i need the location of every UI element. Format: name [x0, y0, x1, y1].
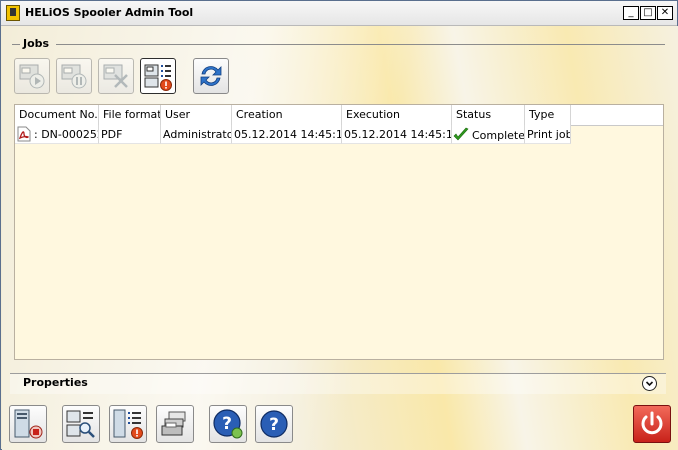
play-job-icon: [19, 64, 45, 89]
column-header-execution[interactable]: Execution: [342, 105, 452, 125]
delete-job-icon: [103, 64, 128, 88]
stop-service-button[interactable]: [9, 405, 47, 443]
pause-job-icon: [61, 64, 87, 89]
list-error-icon: [113, 409, 143, 439]
chevron-down-icon: [645, 381, 654, 387]
check-icon: [453, 127, 469, 141]
cell-type: Print job: [525, 125, 571, 144]
error-log-button[interactable]: [109, 405, 147, 443]
cell-user: Administrator: [161, 125, 232, 144]
delete-job-button[interactable]: [98, 58, 134, 94]
start-job-button[interactable]: [14, 58, 50, 94]
column-header-user[interactable]: User: [161, 105, 232, 125]
column-header-document-no[interactable]: Document No.: [15, 105, 99, 125]
column-header-file-format[interactable]: File format: [99, 105, 161, 125]
help-online-button[interactable]: ?: [209, 405, 247, 443]
cell-document-no: : DN-000252: [15, 125, 99, 144]
help-icon: ?: [260, 410, 288, 438]
cell-execution: 05.12.2014 14:45:17: [342, 125, 452, 144]
pdf-file-icon: [17, 126, 31, 142]
table-header: Document No. File format User Creation E…: [15, 105, 663, 126]
refresh-icon: [200, 66, 222, 86]
magnifier-list-icon: [66, 410, 95, 438]
cell-file-format: PDF: [99, 125, 161, 144]
properties-bar[interactable]: [10, 373, 666, 394]
status-text: Completed: [472, 129, 525, 142]
properties-section-label: Properties: [23, 376, 88, 389]
cell-creation: 05.12.2014 14:45:17: [232, 125, 342, 144]
title-bar[interactable]: HELiOS Spooler Admin Tool _ □ ✕: [1, 1, 677, 26]
printers-button[interactable]: [156, 405, 194, 443]
cell-status: Completed: [452, 125, 525, 144]
help-globe-icon: ?: [213, 409, 243, 439]
app-logo-icon: [6, 5, 20, 21]
properties-expand-button[interactable]: [642, 376, 657, 391]
document-number: : DN-000252: [34, 128, 99, 141]
power-icon: [641, 411, 663, 435]
exit-button[interactable]: [633, 405, 671, 443]
column-header-type[interactable]: Type: [525, 105, 571, 125]
jobs-divider-left: [12, 44, 20, 45]
app-window: HELiOS Spooler Admin Tool _ □ ✕ Jobs Doc…: [0, 0, 678, 450]
search-jobs-button[interactable]: [62, 405, 100, 443]
column-header-creation[interactable]: Creation: [232, 105, 342, 125]
table-row[interactable]: : DN-000252 PDF Administrator 05.12.2014…: [15, 125, 571, 144]
minimize-button[interactable]: _: [623, 6, 639, 20]
close-button[interactable]: ✕: [657, 6, 673, 20]
job-list-error-icon: [144, 64, 172, 91]
pause-job-button[interactable]: [56, 58, 92, 94]
printers-icon: [161, 411, 186, 436]
jobs-table[interactable]: Document No. File format User Creation E…: [14, 104, 664, 360]
column-header-status[interactable]: Status: [452, 105, 525, 125]
server-stop-icon: [14, 409, 43, 439]
job-errors-button[interactable]: [140, 58, 176, 94]
jobs-divider: [56, 44, 665, 45]
maximize-button[interactable]: □: [640, 6, 656, 20]
jobs-section-label: Jobs: [23, 37, 50, 50]
svg-text:?: ?: [269, 415, 279, 435]
svg-text:?: ?: [222, 414, 232, 434]
window-title: HELiOS Spooler Admin Tool: [25, 6, 194, 19]
help-button[interactable]: ?: [255, 405, 293, 443]
refresh-button[interactable]: [193, 58, 229, 94]
